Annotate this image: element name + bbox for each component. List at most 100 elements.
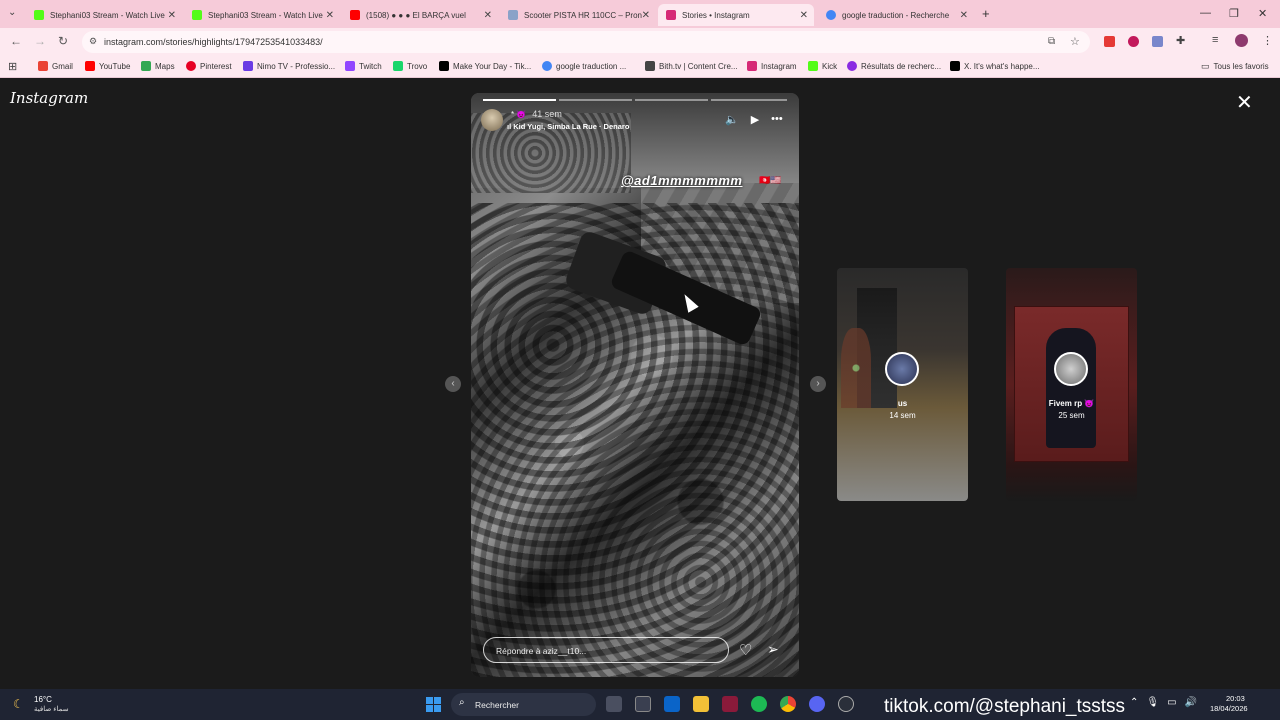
outlook-icon[interactable] xyxy=(664,696,680,712)
bookmark-youtube[interactable]: YouTube xyxy=(85,61,130,71)
microphone-icon[interactable]: 🎙 xyxy=(1146,697,1159,708)
card-title: Fivem rp 👿 xyxy=(1048,399,1095,408)
trovo-icon xyxy=(393,61,403,71)
close-icon[interactable]: ✕ xyxy=(326,10,334,21)
tab-kick-2[interactable]: Stephani03 Stream - Watch Live ✕ xyxy=(184,4,340,26)
media-control-icon[interactable]: ≡ xyxy=(1212,34,1218,46)
bookmark-search-results[interactable]: Résultats de recherc... xyxy=(847,61,941,71)
clock-time[interactable]: 20:03 xyxy=(1226,694,1245,703)
tab-title: Stephani03 Stream - Watch Live xyxy=(208,10,323,20)
volume-icon[interactable]: 🔊 xyxy=(1185,697,1197,708)
story-viewer[interactable]: * 👿 41 sem ıl Kid Yugi, Simba La Rue · D… xyxy=(471,93,799,677)
bookmark-gmail[interactable]: Gmail xyxy=(38,61,73,71)
story-mention-sticker[interactable]: @ad1mmmmmmm xyxy=(621,173,743,188)
story-progress-segment xyxy=(483,99,556,101)
bookmark-trovo[interactable]: Trovo xyxy=(393,61,427,71)
kick-icon xyxy=(808,61,818,71)
story-reply-input[interactable]: Répondre à aziz__t10... xyxy=(483,637,729,663)
bookmark-kick[interactable]: Kick xyxy=(808,61,837,71)
bookmark-nimo[interactable]: Nimo TV - Professio... xyxy=(243,61,335,71)
install-app-icon[interactable]: ⧉ xyxy=(1048,36,1055,47)
weather-temperature[interactable]: 16°C xyxy=(34,695,52,704)
bookmark-label: Twitch xyxy=(359,61,382,71)
tab-google-translate[interactable]: google traduction - Recherche ✕ xyxy=(818,4,974,26)
bookmark-x[interactable]: X. It's what's happe... xyxy=(950,61,1040,71)
close-icon[interactable]: ✕ xyxy=(800,10,808,21)
x-icon xyxy=(950,61,960,71)
profile-avatar[interactable] xyxy=(1235,34,1248,47)
weather-moon-icon[interactable]: ☾ xyxy=(13,697,24,711)
bookmark-pinterest[interactable]: Pinterest xyxy=(186,61,232,71)
app-icon[interactable] xyxy=(722,696,738,712)
bookmark-star-icon[interactable]: ☆ xyxy=(1070,35,1080,48)
bookmark-instagram[interactable]: Instagram xyxy=(747,61,797,71)
widgets-icon[interactable] xyxy=(635,696,651,712)
browser-toolbar: ← → ↻ ⚙ instagram.com/stories/highlights… xyxy=(0,28,1280,56)
close-icon[interactable]: ✕ xyxy=(484,10,492,21)
mute-speaker-icon[interactable]: 🔈 xyxy=(725,113,739,126)
discord-icon[interactable] xyxy=(809,696,825,712)
forward-icon[interactable]: → xyxy=(34,34,46,48)
tab-search-dropdown-icon[interactable]: ⌄ xyxy=(8,7,16,18)
address-bar[interactable]: ⚙ instagram.com/stories/highlights/17947… xyxy=(82,31,1090,53)
all-bookmarks[interactable]: ▭ Tous les favoris xyxy=(1201,61,1269,72)
story-header: * 👿 41 sem xyxy=(511,109,562,119)
apps-grid-icon[interactable]: ⊞ xyxy=(8,60,17,73)
chevron-up-icon[interactable]: ⌃ xyxy=(1130,697,1138,708)
new-tab-button[interactable]: + xyxy=(982,6,990,21)
bookmark-twitch[interactable]: Twitch xyxy=(345,61,382,71)
bookmark-label: Bith.tv | Content Cre... xyxy=(659,61,738,71)
window-close-icon[interactable]: ✕ xyxy=(1258,7,1267,20)
extension-icon[interactable] xyxy=(1152,36,1163,47)
windows-start-icon[interactable] xyxy=(426,697,441,712)
close-stories-button[interactable]: ✕ xyxy=(1236,93,1253,113)
task-view-icon[interactable] xyxy=(606,696,622,712)
extension-icon[interactable] xyxy=(1104,36,1115,47)
bookmark-maps[interactable]: Maps xyxy=(141,61,175,71)
extension-icon[interactable] xyxy=(1128,36,1139,47)
chrome-icon[interactable] xyxy=(780,696,796,712)
more-options-icon[interactable]: ••• xyxy=(771,113,783,126)
reload-icon[interactable]: ↻ xyxy=(58,34,68,48)
bookmark-google-translate[interactable]: google traduction ... xyxy=(542,61,626,71)
tab-strip: ⌄ Stephani03 Stream - Watch Live ✕ Steph… xyxy=(0,0,1280,28)
menu-kebab-icon[interactable]: ⋮ xyxy=(1262,34,1273,47)
story-progress-segment xyxy=(711,99,787,101)
instagram-stories-page: Instagram ✕ ‹ › * 👿 41 sem ıl Kid Yugi, … xyxy=(0,79,1280,689)
kick-icon xyxy=(192,10,202,20)
tab-youtube[interactable]: (1508) ● ● ● El BARÇA vuel ✕ xyxy=(342,4,498,26)
file-explorer-icon[interactable] xyxy=(693,696,709,712)
next-story-card-fivem[interactable]: Fivem rp 👿 25 sem xyxy=(1006,268,1137,501)
close-icon[interactable]: ✕ xyxy=(960,10,968,21)
search-placeholder: Rechercher xyxy=(475,700,519,710)
story-author-avatar[interactable] xyxy=(481,109,503,131)
like-heart-icon[interactable]: ♡ xyxy=(739,641,752,659)
close-icon[interactable]: ✕ xyxy=(642,10,650,21)
tab-kick-1[interactable]: Stephani03 Stream - Watch Live ✕ xyxy=(26,4,182,26)
tab-scooter[interactable]: Scooter PISTA HR 110CC – Pron ✕ xyxy=(500,4,656,26)
spotify-icon[interactable] xyxy=(751,696,767,712)
next-story-card-us[interactable]: us 14 sem xyxy=(837,268,968,501)
next-story-chevron-icon[interactable]: › xyxy=(810,376,826,392)
close-icon[interactable]: ✕ xyxy=(168,10,176,21)
extensions-puzzle-icon[interactable]: ✚ xyxy=(1176,34,1185,47)
bookmark-tiktok[interactable]: Make Your Day - Tik... xyxy=(439,61,531,71)
network-icon[interactable]: ▭ xyxy=(1167,697,1176,708)
back-icon[interactable]: ← xyxy=(10,34,22,48)
gmail-icon xyxy=(38,61,48,71)
instagram-logo[interactable]: Instagram xyxy=(10,89,88,107)
site-info-icon[interactable]: ⚙ xyxy=(89,36,97,47)
taskbar-search[interactable]: ⌕ Rechercher xyxy=(451,693,596,716)
nimo-icon xyxy=(243,61,253,71)
restore-icon[interactable]: ❐ xyxy=(1229,7,1239,20)
clock-date[interactable]: 18/04/2026 xyxy=(1210,704,1248,713)
story-music[interactable]: ıl Kid Yugi, Simba La Rue · Denaro xyxy=(507,122,629,131)
previous-story-chevron-icon[interactable]: ‹ xyxy=(445,376,461,392)
minimize-icon[interactable]: — xyxy=(1200,7,1211,19)
bookmark-bith[interactable]: Bith.tv | Content Cre... xyxy=(645,61,738,71)
app-icon[interactable] xyxy=(838,696,854,712)
share-send-icon[interactable]: ➢ xyxy=(767,641,779,658)
bookmark-label: Kick xyxy=(822,61,838,71)
play-icon[interactable]: ▶ xyxy=(751,113,759,126)
tab-instagram-stories[interactable]: Stories • Instagram ✕ xyxy=(658,4,814,26)
